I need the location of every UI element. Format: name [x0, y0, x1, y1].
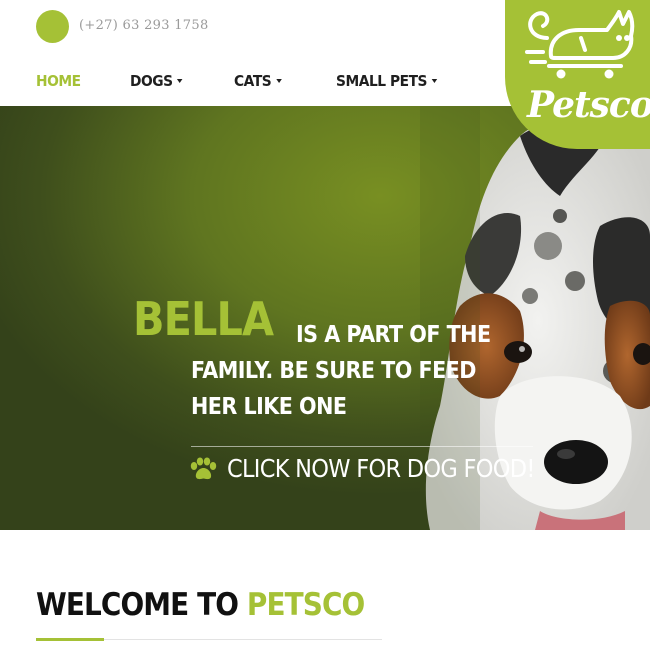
- hero-divider: [191, 446, 533, 447]
- welcome-prefix: WELCOME TO: [36, 587, 247, 623]
- caret-down-icon: [177, 78, 183, 83]
- hero-line-1: IS A PART OF THE: [296, 322, 491, 348]
- welcome-highlight: PETSCO: [246, 587, 365, 623]
- nav-item-home[interactable]: HOME: [36, 72, 81, 90]
- nav-item-small-pets[interactable]: SMALL PETS: [336, 72, 438, 90]
- hero-pet-name: BELLA: [133, 292, 274, 346]
- logo[interactable]: Petsco: [505, 0, 650, 149]
- nav-label: DOGS: [130, 72, 173, 90]
- nav-label: CATS: [234, 72, 272, 90]
- nav-label: SMALL PETS: [336, 72, 428, 90]
- cta-label: CLICK NOW FOR DOG FOOD!: [227, 454, 535, 483]
- heading-underline-accent: [36, 638, 104, 641]
- caret-down-icon: [275, 78, 282, 83]
- hero-line-3: HER LIKE ONE: [191, 394, 347, 420]
- caret-down-icon: [431, 78, 438, 83]
- nav-item-dogs[interactable]: DOGS: [130, 72, 183, 90]
- nav-item-cats[interactable]: CATS: [234, 72, 282, 90]
- logo-text: Petsco: [527, 84, 650, 126]
- phone-number[interactable]: (+27) 63 293 1758: [79, 18, 209, 33]
- paw-icon: [190, 457, 217, 480]
- hero-line-2: FAMILY. BE SURE TO FEED: [191, 358, 476, 384]
- nav-label: HOME: [36, 72, 81, 90]
- phone-icon: [36, 10, 69, 43]
- cat-skateboard-icon: [525, 10, 635, 79]
- hero-banner[interactable]: BELLA IS A PART OF THE FAMILY. BE SURE T…: [0, 106, 650, 530]
- welcome-heading: WELCOME TO PETSCO: [36, 587, 365, 623]
